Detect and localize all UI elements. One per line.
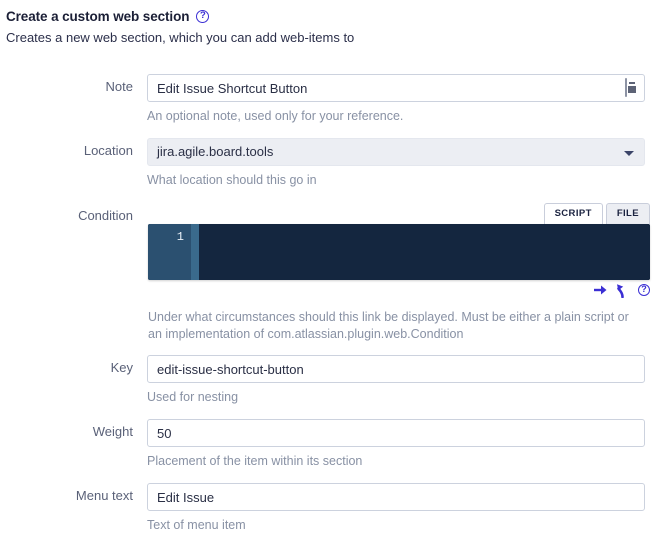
key-input[interactable] [147,355,645,383]
page-subtitle: Creates a new web section, which you can… [6,30,355,45]
location-label: Location [83,143,133,158]
custom-web-section-form: Create a custom web section ? Creates a … [0,0,662,543]
editor-line-numbers: 1 [148,224,191,280]
condition-hint: Under what circumstances should this lin… [148,310,629,341]
location-control: jira.agile.board.tools What location sho… [147,138,645,189]
key-label: Key [110,360,133,375]
condition-tabs: SCRIPT FILE [541,203,650,224]
page-title: Create a custom web section [6,9,190,24]
note-label: Note [105,79,133,94]
tab-script[interactable]: SCRIPT [543,203,603,224]
location-select-value: jira.agile.board.tools [157,144,274,159]
weight-hint: Placement of the item within its section [147,454,363,468]
condition-label: Condition [78,208,133,223]
note-hint: An optional note, used only for your ref… [147,109,404,123]
question-circle-icon[interactable]: ? [638,284,650,296]
document-picker-icon[interactable] [625,78,638,97]
menu-text-input[interactable] [147,483,645,511]
page-header: Create a custom web section ? Creates a … [6,8,656,46]
key-control: Used for nesting [147,355,645,406]
key-hint: Used for nesting [147,390,239,404]
chevron-down-icon [624,151,634,156]
weight-input[interactable] [147,419,645,447]
menu-text-control: Text of menu item [147,483,645,534]
menu-text-hint: Text of menu item [147,518,246,532]
arrow-curve-up-icon[interactable] [616,283,630,298]
location-select[interactable]: jira.agile.board.tools [147,138,645,166]
editor-code-area[interactable] [199,224,650,280]
page-title-row: Create a custom web section ? [6,8,656,25]
arrow-right-icon[interactable] [593,283,608,297]
condition-code-editor[interactable]: 1 [148,224,650,280]
condition-editor-actions: ? [593,281,650,299]
menu-text-label: Menu text [75,488,133,503]
weight-label: Weight [92,424,133,439]
note-input[interactable] [147,74,645,102]
question-circle-icon[interactable]: ? [196,10,210,23]
editor-gutter-edge [191,224,199,280]
weight-control: Placement of the item within its section [147,419,645,470]
note-control: An optional note, used only for your ref… [147,74,645,125]
note-input-wrap [147,74,645,102]
location-hint: What location should this go in [147,173,317,187]
tab-file[interactable]: FILE [605,203,650,224]
